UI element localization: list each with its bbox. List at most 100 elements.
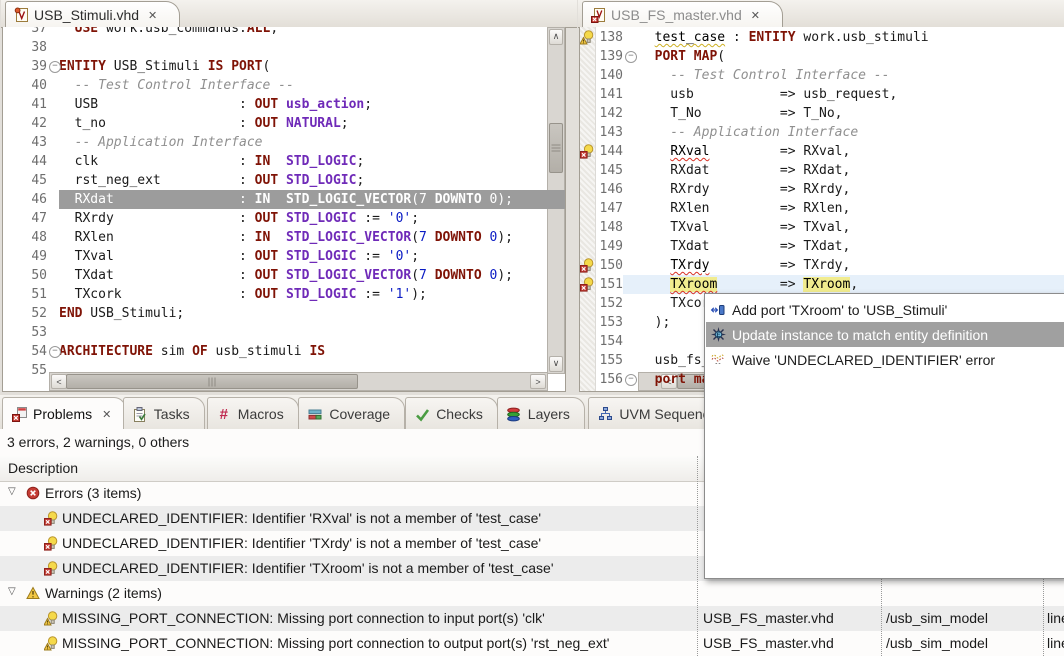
view-tab-problems[interactable]: Problems✕ bbox=[2, 397, 126, 430]
code-text: test_case : ENTITY work.usb_stimuli bbox=[639, 28, 929, 47]
code-line-48[interactable]: 48 RXlen : IN STD_LOGIC_VECTOR(7 DOWNTO … bbox=[3, 228, 565, 247]
tab-close-icon[interactable]: ✕ bbox=[751, 9, 760, 22]
view-tab-tasks[interactable]: Tasks bbox=[123, 397, 205, 430]
line-number: 143 bbox=[596, 123, 623, 142]
code-line-148[interactable]: 148 TXval => TXval, bbox=[580, 218, 1064, 237]
code-line-41[interactable]: 41 USB : OUT usb_action; bbox=[3, 95, 565, 114]
code-line-145[interactable]: 145 RXdat => RXdat, bbox=[580, 161, 1064, 180]
code-line-151[interactable]: 151 TXroom => TXroom, bbox=[580, 275, 1064, 294]
tab-close-icon[interactable]: ✕ bbox=[102, 408, 111, 421]
code-text: clk : IN STD_LOGIC; bbox=[59, 152, 364, 171]
problem-resource: USB_FS_master.vhd bbox=[703, 610, 879, 626]
code-line-150[interactable]: 150 TXrdy => TXrdy, bbox=[580, 256, 1064, 275]
code-line-147[interactable]: 147 RXlen => RXlen, bbox=[580, 199, 1064, 218]
line-number: 147 bbox=[596, 199, 623, 218]
problem-location: line bbox=[1047, 635, 1064, 651]
problem-description: UNDECLARED_IDENTIFIER: Identifier 'TXroo… bbox=[62, 560, 695, 576]
code-line-144[interactable]: 144 RXval => RXval, bbox=[580, 142, 1064, 161]
bulb-warning-icon[interactable] bbox=[580, 30, 595, 51]
code-line-52[interactable]: 52END USB_Stimuli; bbox=[3, 304, 565, 323]
tab-usb-stimuli[interactable]: USB_Stimuli.vhd ✕ bbox=[5, 1, 180, 28]
code-line-50[interactable]: 50 TXdat : OUT STD_LOGIC_VECTOR(7 DOWNTO… bbox=[3, 266, 565, 285]
fold-collapse-icon[interactable]: − bbox=[49, 346, 61, 358]
code-text: RXdat => RXdat, bbox=[639, 161, 850, 180]
code-line-49[interactable]: 49 TXval : OUT STD_LOGIC := '0'; bbox=[3, 247, 565, 266]
left-hscrollbar[interactable]: < > bbox=[49, 372, 548, 391]
line-number: 140 bbox=[596, 66, 623, 85]
quickfix-label: Waive 'UNDECLARED_IDENTIFIER' error bbox=[732, 352, 995, 368]
code-line-139[interactable]: 139− PORT MAP( bbox=[580, 47, 1064, 66]
uvm-sequence-icon bbox=[597, 407, 613, 422]
problem-row[interactable]: MISSING_PORT_CONNECTION: Missing port co… bbox=[0, 606, 1064, 631]
vhdl-file-icon bbox=[13, 8, 29, 23]
annotation-ruler[interactable] bbox=[580, 27, 596, 391]
code-text: TXdat => TXdat, bbox=[639, 237, 850, 256]
code-line-141[interactable]: 141 usb => usb_request, bbox=[580, 85, 1064, 104]
vscroll-thumb[interactable] bbox=[549, 123, 563, 173]
bulb-error-icon[interactable] bbox=[580, 258, 595, 279]
code-line-46[interactable]: 46 RXdat : IN STD_LOGIC_VECTOR(7 DOWNTO … bbox=[3, 190, 565, 209]
line-number: 49 bbox=[25, 247, 47, 266]
view-tab-layers[interactable]: Layers bbox=[497, 397, 585, 430]
code-line-142[interactable]: 142 T_No => T_No, bbox=[580, 104, 1064, 123]
line-number: 141 bbox=[596, 85, 623, 104]
problem-group-header[interactable]: ▽Warnings (2 items) bbox=[0, 581, 1064, 606]
editor-pane-left: USB_Stimuli.vhd ✕ 37 USE work.usb_comman… bbox=[1, 0, 577, 392]
code-line-146[interactable]: 146 RXrdy => RXrdy, bbox=[580, 180, 1064, 199]
view-tab-checks[interactable]: Checks bbox=[405, 397, 498, 430]
fold-collapse-icon[interactable]: − bbox=[625, 51, 637, 63]
tab-close-icon[interactable]: ✕ bbox=[148, 9, 157, 22]
line-number: 38 bbox=[25, 38, 47, 57]
code-line-53[interactable]: 53 bbox=[3, 323, 565, 342]
bulb-warning-icon bbox=[44, 636, 59, 654]
hscroll-thumb[interactable] bbox=[66, 374, 358, 389]
code-line-45[interactable]: 45 rst_neg_ext : OUT STD_LOGIC; bbox=[3, 171, 565, 190]
code-line-140[interactable]: 140 -- Test Control Interface -- bbox=[580, 66, 1064, 85]
line-number: 148 bbox=[596, 218, 623, 237]
left-tabstrip: USB_Stimuli.vhd ✕ bbox=[1, 0, 577, 28]
code-line-149[interactable]: 149 TXdat => TXdat, bbox=[580, 237, 1064, 256]
code-text: usb => usb_request, bbox=[639, 85, 897, 104]
code-line-38[interactable]: 38 bbox=[3, 38, 565, 57]
code-line-43[interactable]: 43 -- Application Interface bbox=[3, 133, 565, 152]
tasks-icon bbox=[132, 407, 148, 422]
column-header-description[interactable]: Description bbox=[8, 460, 78, 476]
code-line-37[interactable]: 37 USE work.usb_commands.ALL; bbox=[3, 27, 565, 38]
view-tab-label: Checks bbox=[436, 406, 483, 422]
view-tab-macros[interactable]: #Macros bbox=[207, 397, 299, 430]
bulb-error-icon[interactable] bbox=[580, 277, 595, 298]
code-editor-left[interactable]: 37 USE work.usb_commands.ALL;3839−ENTITY… bbox=[2, 27, 566, 392]
scroll-up-arrow[interactable]: ∧ bbox=[549, 29, 563, 45]
expand-arrow-icon[interactable]: ▽ bbox=[8, 486, 16, 497]
bulb-error-icon[interactable] bbox=[580, 144, 595, 165]
code-text: TXval : OUT STD_LOGIC := '0'; bbox=[59, 247, 419, 266]
line-number: 42 bbox=[25, 114, 47, 133]
scroll-down-arrow[interactable]: ∨ bbox=[549, 356, 563, 372]
quickfix-item[interactable]: Waive 'UNDECLARED_IDENTIFIER' error bbox=[706, 347, 1064, 372]
view-tab-coverage[interactable]: Coverage bbox=[298, 397, 405, 430]
code-text: USB : OUT usb_action; bbox=[59, 95, 372, 114]
problem-row[interactable]: MISSING_PORT_CONNECTION: Missing port co… bbox=[0, 631, 1064, 656]
code-line-39[interactable]: 39−ENTITY USB_Stimuli IS PORT( bbox=[3, 57, 565, 76]
code-line-47[interactable]: 47 RXrdy : OUT STD_LOGIC := '0'; bbox=[3, 209, 565, 228]
code-line-54[interactable]: 54−ARCHITECTURE sim OF usb_stimuli IS bbox=[3, 342, 565, 361]
problem-description: MISSING_PORT_CONNECTION: Missing port co… bbox=[62, 610, 695, 626]
column-separator[interactable] bbox=[697, 456, 698, 656]
tab-usb-fs-master[interactable]: USB_FS_master.vhd ✕ bbox=[582, 1, 783, 28]
code-line-40[interactable]: 40 -- Test Control Interface -- bbox=[3, 76, 565, 95]
code-text: PORT MAP( bbox=[639, 47, 725, 66]
line-number: 146 bbox=[596, 180, 623, 199]
fold-collapse-icon[interactable]: − bbox=[49, 61, 61, 73]
code-line-44[interactable]: 44 clk : IN STD_LOGIC; bbox=[3, 152, 565, 171]
fold-collapse-icon[interactable]: − bbox=[625, 374, 637, 386]
code-line-51[interactable]: 51 TXcork : OUT STD_LOGIC := '1'); bbox=[3, 285, 565, 304]
quickfix-item[interactable]: Add port 'TXroom' to 'USB_Stimuli' bbox=[706, 297, 1064, 322]
scroll-left-arrow[interactable]: < bbox=[51, 374, 67, 389]
quickfix-item[interactable]: EUpdate instance to match entity definit… bbox=[706, 322, 1064, 347]
expand-arrow-icon[interactable]: ▽ bbox=[8, 586, 16, 597]
code-line-143[interactable]: 143 -- Application Interface bbox=[580, 123, 1064, 142]
scroll-right-arrow[interactable]: > bbox=[530, 374, 546, 389]
code-line-42[interactable]: 42 t_no : OUT NATURAL; bbox=[3, 114, 565, 133]
tab-label: USB_Stimuli.vhd bbox=[34, 7, 139, 23]
code-line-138[interactable]: 138 test_case : ENTITY work.usb_stimuli bbox=[580, 28, 1064, 47]
